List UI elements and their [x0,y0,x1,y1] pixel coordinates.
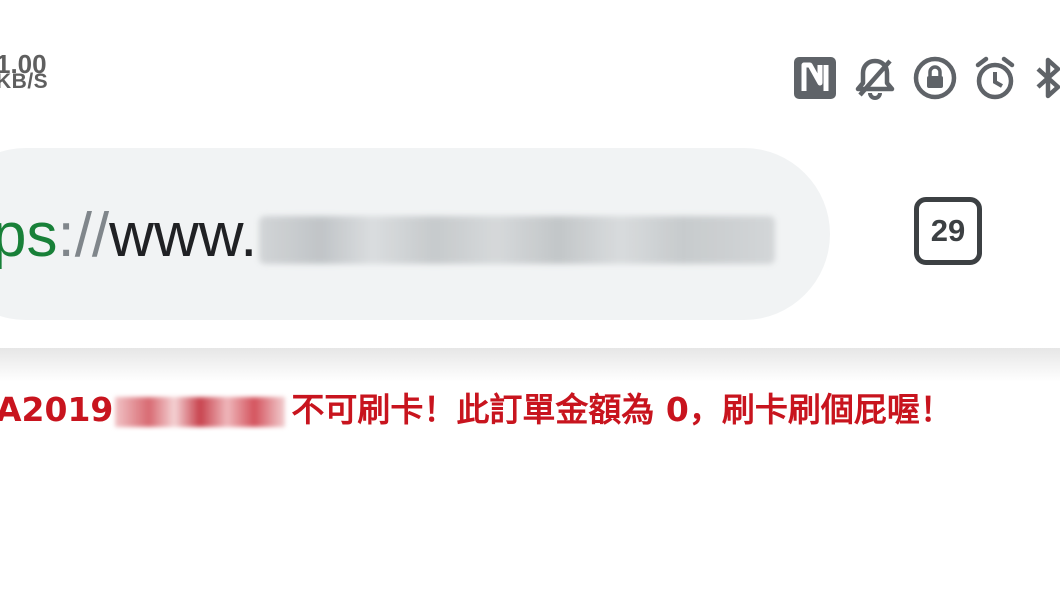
browser-screen: 1.00 KB/S ps://www. 29 A2019 不可刷卡！此訂單金額為… [0,0,1060,596]
url-text[interactable]: ps://www. [0,198,776,274]
network-speed: 1.00 KB/S [0,51,49,93]
alarm-icon [972,55,1018,101]
tab-count: 29 [930,213,966,248]
bell-off-icon [852,55,898,101]
url-host: www. [109,201,258,270]
status-icons [792,52,1060,104]
tab-switcher-button[interactable]: 29 [914,197,982,265]
url-scheme: ps [0,201,58,270]
error-message: A2019 不可刷卡！此訂單金額為 0，刷卡刷個屁喔！ [0,388,953,432]
error-text: 不可刷卡！此訂單金額為 0，刷卡刷個屁喔！ [291,390,953,429]
bluetooth-icon [1032,55,1060,101]
url-separator: :// [57,201,110,270]
order-number-prefix: A2019 [0,390,114,429]
order-number-redacted [115,396,286,427]
url-redacted-domain [259,215,776,264]
rotation-lock-icon [912,55,958,101]
nfc-icon [792,55,838,101]
toolbar-shadow [0,348,1060,382]
network-speed-unit: KB/S [0,70,49,93]
